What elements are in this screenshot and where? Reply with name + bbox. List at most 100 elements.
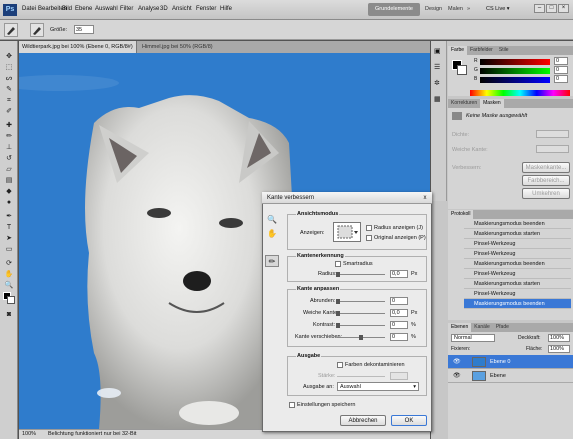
- workspace-more-button[interactable]: »: [467, 6, 470, 12]
- layer-row[interactable]: 👁 Ebene: [448, 369, 573, 383]
- workspace-design-button[interactable]: Design: [425, 6, 442, 12]
- quick-selection-tool-icon[interactable]: ✎: [4, 85, 14, 94]
- menu-3d[interactable]: 3D: [160, 6, 168, 12]
- background-color-swatch[interactable]: [7, 296, 15, 304]
- eyedropper-tool-icon[interactable]: ✐: [4, 107, 14, 116]
- history-item[interactable]: Pinsel-Werkzeug: [464, 239, 571, 249]
- zoom-tool-icon[interactable]: 🔍: [4, 281, 14, 290]
- red-value[interactable]: 0: [554, 57, 568, 65]
- amount-input[interactable]: [390, 372, 408, 380]
- blue-value[interactable]: 0: [554, 75, 568, 83]
- cs-live-button[interactable]: CS Live ▾: [486, 6, 510, 12]
- blue-slider[interactable]: [480, 77, 550, 83]
- dialog-close-icon[interactable]: x: [421, 194, 429, 202]
- refine-radius-tool-button[interactable]: [30, 23, 44, 37]
- size-input[interactable]: 35: [74, 25, 94, 34]
- lasso-tool-icon[interactable]: ᔕ: [4, 74, 14, 83]
- visibility-eye-icon[interactable]: 👁: [453, 369, 461, 383]
- tab-farbe[interactable]: Farbe: [448, 46, 468, 55]
- color-bg-swatch[interactable]: [457, 65, 467, 75]
- tab-farbfelder[interactable]: Farbfelder: [467, 46, 496, 55]
- history-item[interactable]: Pinsel-Werkzeug: [464, 289, 571, 299]
- tab-pfade[interactable]: Pfade: [493, 323, 512, 332]
- green-slider[interactable]: [480, 68, 550, 74]
- remember-settings-checkbox[interactable]: [289, 402, 295, 408]
- zoom-level[interactable]: 100%: [22, 431, 36, 437]
- history-item[interactable]: Maskierungsmodus starten: [464, 279, 571, 289]
- menu-auswahl[interactable]: Auswahl: [95, 6, 118, 12]
- zoom-tool-icon[interactable]: 🔍: [265, 214, 279, 226]
- menu-ansicht[interactable]: Ansicht: [172, 6, 192, 12]
- menu-hilfe[interactable]: Hilfe: [220, 6, 232, 12]
- radius-slider-track[interactable]: [337, 274, 385, 275]
- shift-edge-slider-knob[interactable]: [359, 335, 363, 340]
- workspace-essentials-button[interactable]: Grundelemente: [368, 3, 420, 16]
- invert-button[interactable]: Umkehren: [522, 188, 570, 199]
- menu-filter[interactable]: Filter: [120, 6, 133, 12]
- ok-button[interactable]: OK: [391, 415, 427, 426]
- tab-masken[interactable]: Masken: [480, 99, 504, 108]
- menu-ebene[interactable]: Ebene: [75, 6, 92, 12]
- hand-tool-icon[interactable]: ✋: [265, 228, 279, 240]
- history-item-selected[interactable]: Maskierungsmodus beenden: [464, 299, 571, 309]
- tab-kanaele[interactable]: Kanäle: [471, 323, 493, 332]
- workspace-paint-button[interactable]: Malen: [448, 6, 463, 12]
- healing-brush-tool-icon[interactable]: ✚: [4, 121, 14, 130]
- history-item[interactable]: Pinsel-Werkzeug: [464, 269, 571, 279]
- decontaminate-checkbox[interactable]: [337, 362, 343, 368]
- history-item[interactable]: Maskierungsmodus starten: [464, 229, 571, 239]
- history-icon[interactable]: ☰: [434, 63, 440, 71]
- blur-tool-icon[interactable]: ◆: [4, 187, 14, 196]
- tab-ebenen[interactable]: Ebenen: [448, 323, 472, 332]
- cancel-button[interactable]: Abbrechen: [340, 415, 386, 426]
- show-radius-checkbox[interactable]: [366, 225, 372, 231]
- mask-edge-button[interactable]: Maskenkante...: [522, 162, 570, 173]
- visibility-eye-icon[interactable]: 👁: [453, 355, 461, 369]
- feather-field[interactable]: [536, 145, 569, 153]
- history-item[interactable]: Maskierungsmodus beenden: [464, 219, 571, 229]
- color-range-button[interactable]: Farbbereich...: [522, 175, 570, 186]
- feather-slider-knob[interactable]: [336, 311, 340, 316]
- smooth-slider-knob[interactable]: [336, 299, 340, 304]
- smooth-slider-track[interactable]: [337, 301, 385, 302]
- history-brush-tool-icon[interactable]: ↺: [4, 154, 14, 163]
- maximize-button[interactable]: □: [546, 4, 557, 13]
- close-window-button[interactable]: ×: [558, 4, 569, 13]
- menu-analyse[interactable]: Analyse: [138, 6, 159, 12]
- menu-fenster[interactable]: Fenster: [196, 6, 216, 12]
- marquee-tool-icon[interactable]: ⬚: [4, 63, 14, 72]
- hand-tool-icon[interactable]: ✋: [4, 270, 14, 279]
- radius-slider-knob[interactable]: [336, 272, 340, 277]
- path-selection-tool-icon[interactable]: ➤: [4, 234, 14, 243]
- properties-icon[interactable]: ✲: [434, 79, 440, 87]
- feather-slider-track[interactable]: [337, 313, 385, 314]
- opacity-input[interactable]: 100%: [548, 334, 570, 342]
- tab-korrekturen[interactable]: Korrekturen: [448, 99, 480, 108]
- swatches-icon[interactable]: ▦: [434, 95, 441, 103]
- contrast-input[interactable]: 0: [390, 321, 408, 329]
- menu-bild[interactable]: Bild: [62, 6, 72, 12]
- tab-protokoll[interactable]: Protokoll: [448, 210, 474, 219]
- type-tool-icon[interactable]: T: [4, 223, 14, 232]
- quick-mask-icon[interactable]: ◙: [4, 310, 14, 319]
- eraser-tool-icon[interactable]: ▱: [4, 165, 14, 174]
- shape-tool-icon[interactable]: ▭: [4, 245, 14, 254]
- green-value[interactable]: 0: [554, 66, 568, 74]
- history-item[interactable]: Maskierungsmodus beenden: [464, 259, 571, 269]
- feather-input[interactable]: 0,0: [390, 309, 408, 317]
- smart-radius-checkbox[interactable]: [335, 261, 341, 267]
- menu-datei[interactable]: Datei: [22, 6, 36, 12]
- blend-mode-select[interactable]: Normal: [451, 334, 495, 342]
- red-slider[interactable]: [480, 59, 550, 65]
- color-spectrum-bar[interactable]: [470, 90, 570, 96]
- output-to-select[interactable]: Auswahl ▾: [337, 382, 419, 391]
- layer-row[interactable]: 👁 Ebene 0: [448, 355, 573, 369]
- tab-stile[interactable]: Stile: [496, 46, 512, 55]
- density-field[interactable]: [536, 130, 569, 138]
- contrast-slider-knob[interactable]: [336, 323, 340, 328]
- refine-radius-brush-icon[interactable]: ✏: [265, 255, 279, 267]
- document-tab-himmel[interactable]: Himmel.jpg bei 50% (RGB/8): [139, 41, 239, 53]
- document-tab-wildtierpark[interactable]: Wildtierpark.jpg bei 100% (Ebene 0, RGB/…: [19, 41, 137, 62]
- crop-tool-icon[interactable]: ⌗: [4, 96, 14, 105]
- radius-input[interactable]: 0,0: [390, 270, 408, 278]
